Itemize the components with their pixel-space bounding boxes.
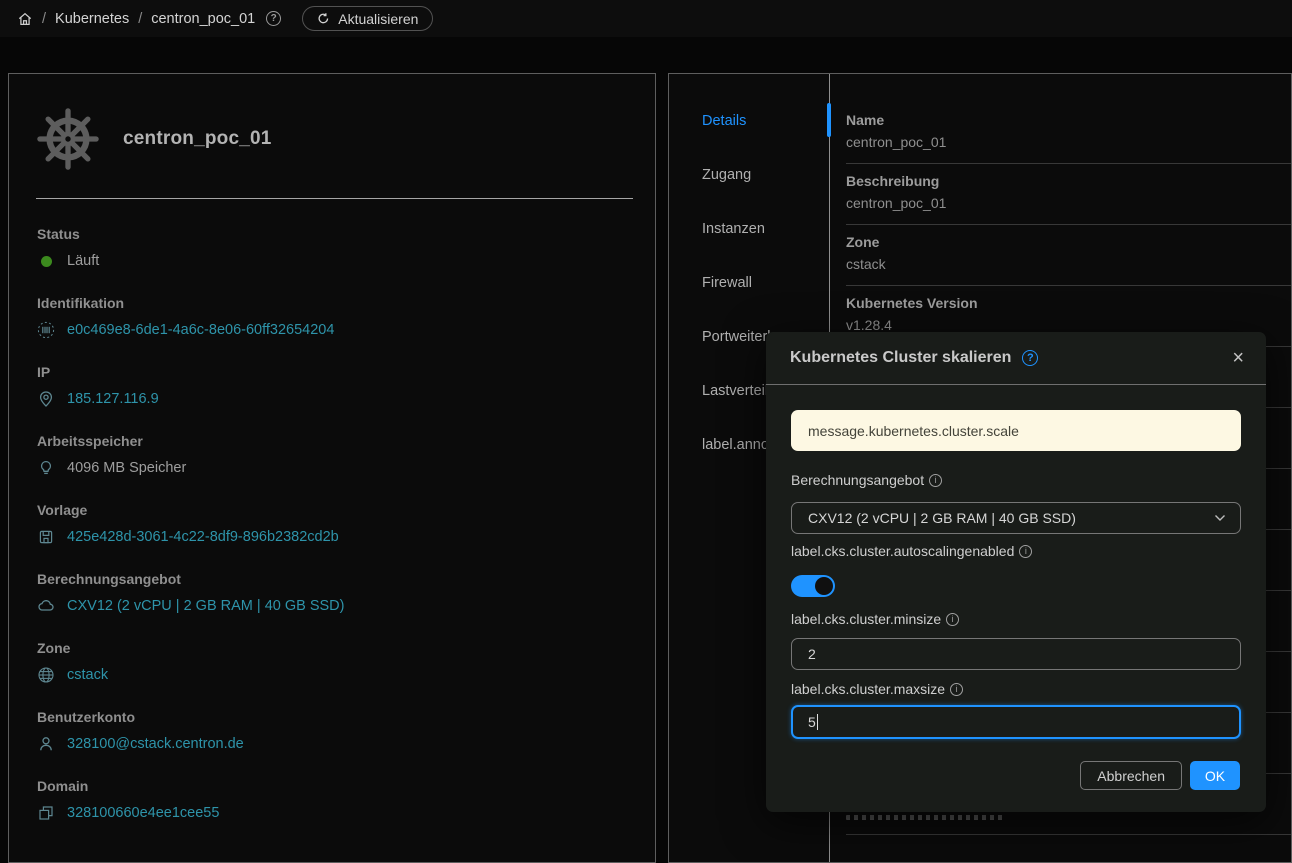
cluster-summary-card: centron_poc_01 Status Läuft Identifikati… [8,73,656,863]
account-link[interactable]: 328100@cstack.centron.de [67,736,244,752]
text-cursor [817,714,819,730]
tab-zugang[interactable]: Zugang [669,167,829,221]
cloud-icon [37,597,55,615]
globe-icon [37,666,55,684]
cluster-title: centron_poc_01 [123,128,272,150]
tab-firewall[interactable]: Firewall [669,275,829,329]
ip-link[interactable]: 185.127.116.9 [67,391,159,407]
detail-row-zone: Zone cstack [846,234,1271,272]
info-icon[interactable]: i [946,613,959,626]
tab-instanzen[interactable]: Instanzen [669,221,829,275]
section-zone: Zone cstack [37,640,625,685]
refresh-button[interactable]: Aktualisieren [302,6,433,31]
divider [846,163,1291,164]
topbar: / Kubernetes / centron_poc_01 ? Aktualis… [0,0,1292,37]
detail-row-name: Name centron_poc_01 [846,112,1271,150]
status-value: Läuft [67,253,99,269]
breadcrumb-kubernetes[interactable]: Kubernetes [55,11,129,27]
compute-offering-link[interactable]: CXV12 (2 vCPU | 2 GB RAM | 40 GB SSD) [67,598,344,614]
section-status: Status Läuft [37,226,625,271]
info-icon[interactable]: i [929,474,942,487]
help-circle-icon[interactable]: ? [1022,350,1038,366]
cluster-header: centron_poc_01 [37,108,272,170]
section-memory: Arbeitsspeicher 4096 MB Speicher [37,433,625,478]
info-icon[interactable]: i [1019,545,1032,558]
compute-offering-select[interactable]: CXV12 (2 vCPU | 2 GB RAM | 40 GB SSD) [791,502,1241,534]
modal-title: Kubernetes Cluster skalieren [790,349,1011,367]
section-domain: Domain 328100660e4ee1cee55 [37,778,625,823]
memory-value: 4096 MB Speicher [67,460,186,476]
location-pin-icon [37,390,55,408]
help-circle-icon[interactable]: ? [266,11,281,26]
toggle-knob [815,577,833,595]
compute-offering-label: Berechnungsangebot i [791,472,942,488]
autoscaling-label: label.cks.cluster.autoscalingenabled i [791,543,1032,559]
maxsize-label: label.cks.cluster.maxsize i [791,681,963,697]
maxsize-input[interactable]: 5 [791,705,1241,739]
modal-header: Kubernetes Cluster skalieren ? × [766,332,1266,385]
status-dot [37,252,55,270]
breadcrumb-separator: / [42,11,46,27]
breadcrumb-cluster-name[interactable]: centron_poc_01 [151,11,255,27]
divider [846,224,1291,225]
domain-link[interactable]: 328100660e4ee1cee55 [67,805,219,821]
floppy-disk-icon [37,528,55,546]
autoscaling-toggle[interactable] [791,575,835,597]
scale-cluster-modal: Kubernetes Cluster skalieren ? × message… [766,332,1266,812]
section-template: Vorlage 425e428d-3061-4c22-8df9-896b2382… [37,502,625,547]
identification-link[interactable]: e0c469e8-6de1-4a6c-8e06-60ff32654204 [67,322,334,338]
section-identification: Identifikation e0c469e8-6de1-4a6c-8e06-6… [37,295,625,340]
section-compute-offering: Berechnungsangebot CXV12 (2 vCPU | 2 GB … [37,571,625,616]
person-icon [37,735,55,753]
divider [846,834,1291,835]
breadcrumb-separator: / [138,11,142,27]
section-ip: IP 185.127.116.9 [37,364,625,409]
cluster-attributes: Status Läuft Identifikation e0c469e8-6de… [37,226,625,823]
cancel-button[interactable]: Abbrechen [1080,761,1182,790]
divider [36,198,633,199]
minsize-label: label.cks.cluster.minsize i [791,611,959,627]
info-icon[interactable]: i [950,683,963,696]
divider [846,285,1291,286]
chevron-down-icon [1214,514,1226,522]
zone-link[interactable]: cstack [67,667,108,683]
modal-actions: Abbrechen OK [1080,761,1240,790]
ok-button[interactable]: OK [1190,761,1240,790]
detail-row-kubernetes-version: Kubernetes Version v1.28.4 [846,295,1271,333]
kubernetes-wheel-icon [37,108,99,170]
template-link[interactable]: 425e428d-3061-4c22-8df9-896b2382cd2b [67,529,339,545]
tab-details[interactable]: Details [669,113,829,167]
barcode-icon [37,321,55,339]
close-icon[interactable]: × [1232,348,1244,368]
section-account: Benutzerkonto 328100@cstack.centron.de [37,709,625,754]
clipped-row-text [846,815,1006,820]
refresh-icon [317,12,330,25]
overlapping-squares-icon [37,804,55,822]
home-icon[interactable] [17,11,33,27]
detail-row-description: Beschreibung centron_poc_01 [846,173,1271,211]
scale-message-alert: message.kubernetes.cluster.scale [791,410,1241,451]
minsize-input[interactable]: 2 [791,638,1241,670]
refresh-label: Aktualisieren [338,11,418,27]
lightbulb-icon [37,459,55,477]
